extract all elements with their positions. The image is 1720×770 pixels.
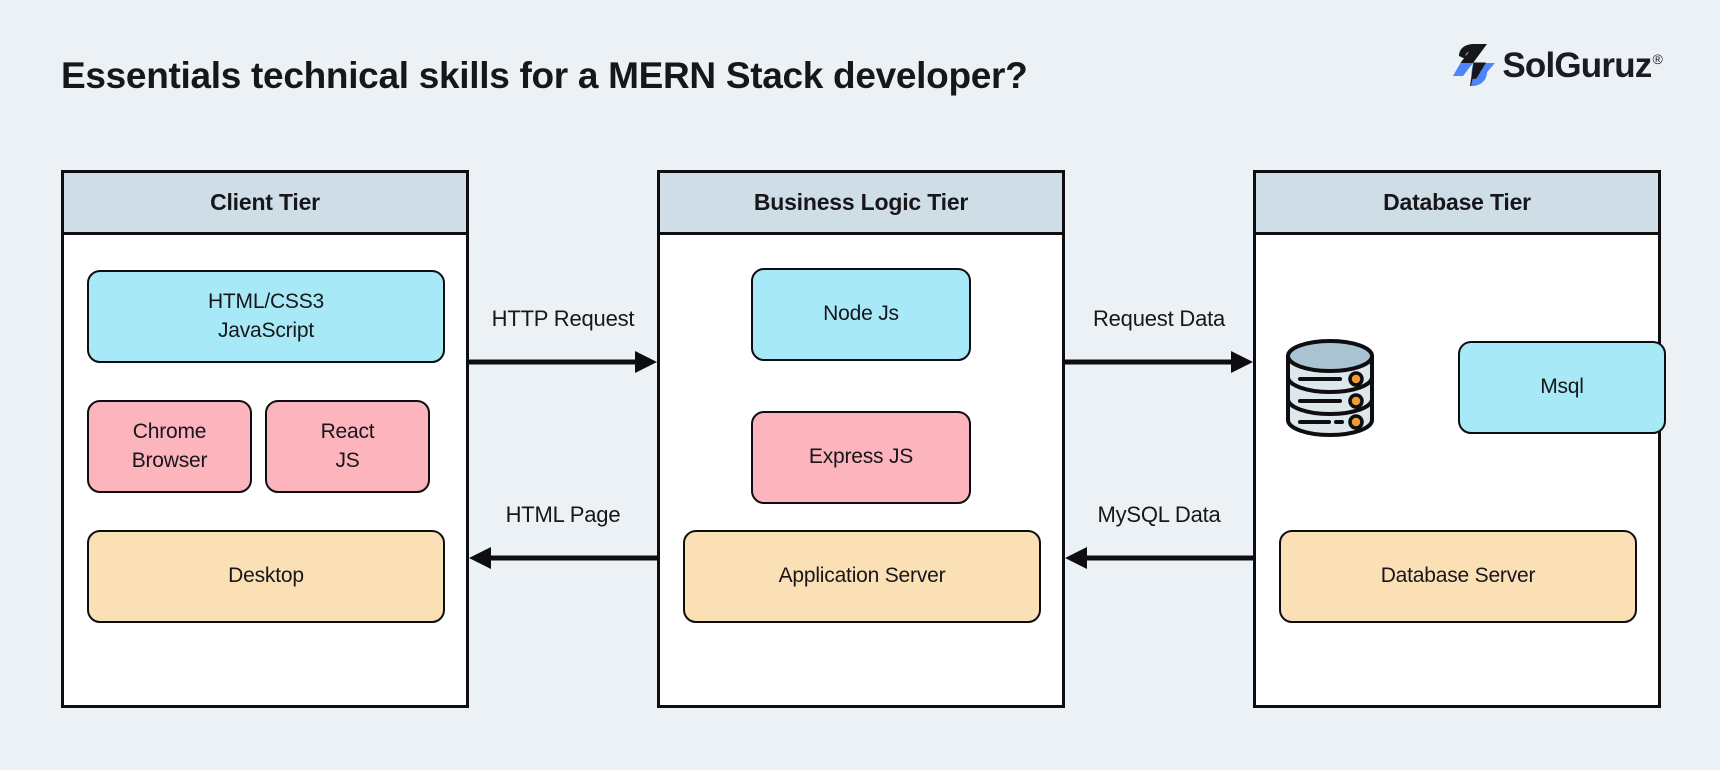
node-msql[interactable]: Msql [1458,341,1666,434]
tier-panel-business-logic: Business Logic Tier Node Js Express JS A… [657,170,1065,708]
page-title: Essentials technical skills for a MERN S… [61,55,1028,96]
node-label: Node Js [823,302,899,326]
tier-header-client: Client Tier [64,173,466,235]
node-label-line2: Browser [131,448,208,472]
tier-header-business-logic: Business Logic Tier [660,173,1062,235]
connector-mysql-data: MySQL Data [1065,502,1253,622]
tier-panel-client: Client Tier HTML/CSS3 JavaScript Chrome … [61,170,469,708]
node-node-js[interactable]: Node Js [751,268,971,361]
node-application-server[interactable]: Application Server [683,530,1041,623]
node-label-line1: React [320,420,375,444]
solguruz-logo-text: SolGuruz® [1502,48,1662,83]
tier-body-client: HTML/CSS3 JavaScript Chrome Browser Reac… [64,235,466,705]
database-cylinder-icon [1286,339,1374,437]
node-label: Express JS [808,445,914,469]
tier-header-database: Database Tier [1256,173,1658,235]
node-react-js[interactable]: React JS [265,400,430,493]
node-label-line2: JS [335,448,360,472]
connector-label-http-request: HTTP Request [491,306,635,331]
tier-body-business-logic: Node Js Express JS Application Server [660,235,1062,705]
node-label-line2: JavaScript [217,318,315,342]
registered-trademark-icon: ® [1652,50,1662,67]
node-chrome-browser[interactable]: Chrome Browser [87,400,252,493]
connector-label-request-data: Request Data [1092,306,1226,331]
solguruz-logo: SolGuruz® [1451,42,1663,88]
tier-title-business-logic: Business Logic Tier [753,189,969,215]
node-label-line1: HTML/CSS3 [207,290,325,314]
node-desktop[interactable]: Desktop [87,530,445,623]
connector-http-request: HTTP Request [469,306,657,426]
connector-html-page: HTML Page [469,502,657,622]
node-label: Chrome Browser [132,418,208,475]
tier-body-database: Msql Database Server [1256,235,1666,705]
node-html-css3-javascript[interactable]: HTML/CSS3 JavaScript [87,270,445,363]
node-label: React JS [321,418,375,475]
solguruz-logo-mark-icon [1453,43,1496,87]
tier-title-database: Database Tier [1383,189,1531,215]
tier-panel-database: Database Tier Msql Database Server [1253,170,1666,708]
node-express-js[interactable]: Express JS [751,411,971,504]
connector-request-data: Request Data [1065,306,1253,426]
node-label: Application Server [778,564,946,588]
node-label: Desktop [228,564,304,588]
node-label: Msql [1540,375,1584,399]
connector-label-mysql-data: MySQL Data [1097,502,1221,527]
connector-label-html-page: HTML Page [505,502,621,527]
node-label: Database Server [1380,564,1536,588]
logo-wordmark: SolGuruz [1502,45,1652,85]
tier-title-client: Client Tier [210,189,320,215]
node-label-line1: Chrome [132,420,207,444]
node-database-server[interactable]: Database Server [1279,530,1637,623]
diagram-canvas: Essentials technical skills for a MERN S… [0,0,1720,770]
node-label: HTML/CSS3 JavaScript [208,288,324,345]
